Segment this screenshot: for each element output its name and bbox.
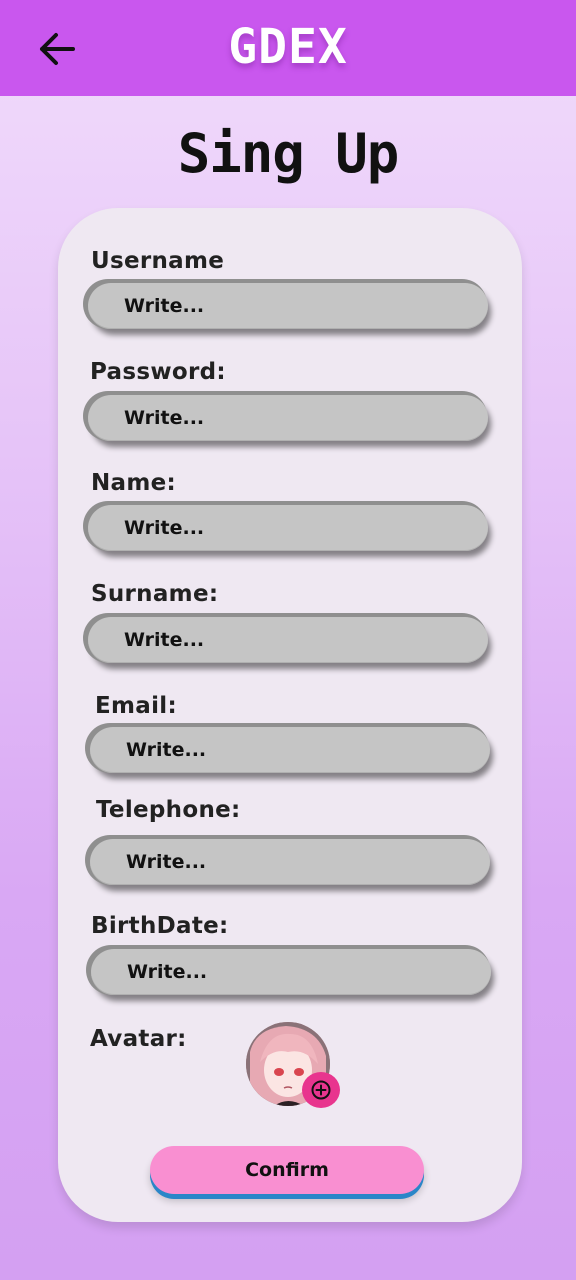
arrow-left-icon [40,33,75,65]
birthdate-label: BirthDate: [91,913,229,939]
add-avatar-button[interactable] [302,1072,340,1108]
username-input[interactable] [88,283,488,329]
password-label: Password: [90,359,226,385]
username-label: Username [91,248,225,274]
avatar-label: Avatar: [90,1026,187,1052]
confirm-button[interactable]: Confirm [150,1146,424,1194]
back-button[interactable] [30,26,84,72]
email-input[interactable] [90,727,490,773]
avatar-picker[interactable] [246,1022,340,1108]
app-bar: GDEX [0,0,576,96]
app-title: GDEX [228,19,348,75]
telephone-label: Telephone: [96,797,241,823]
plus-circle-icon [311,1080,331,1100]
surname-label: Surname: [91,581,219,607]
birthdate-input[interactable] [91,949,491,995]
password-input[interactable] [88,395,488,441]
surname-input[interactable] [88,617,488,663]
name-label: Name: [91,470,177,496]
name-input[interactable] [88,505,488,551]
page-title: Sing Up [177,122,400,185]
email-label: Email: [95,693,177,719]
telephone-input[interactable] [90,839,490,885]
